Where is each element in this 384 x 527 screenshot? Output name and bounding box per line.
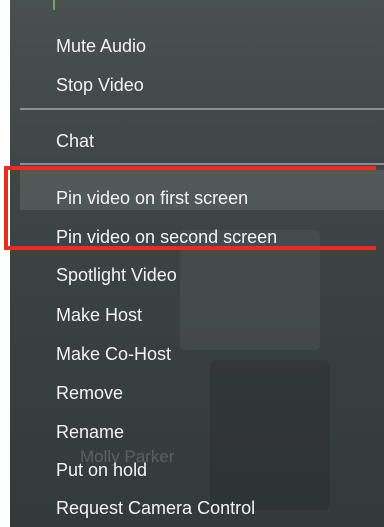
menu-item-make-host[interactable]: Make Host: [56, 305, 142, 325]
menu-item-stop-video[interactable]: Stop Video: [56, 75, 144, 95]
screenshot-frame: Molly Parker Mute Audio Stop Video Chat …: [0, 0, 384, 527]
menu-item-put-on-hold[interactable]: Put on hold: [56, 460, 147, 480]
video-background-shape: [180, 230, 320, 350]
menu-item-request-camera-control[interactable]: Request Camera Control: [56, 498, 255, 518]
menu-item-pin-first-screen[interactable]: Pin video on first screen: [56, 188, 248, 208]
menu-item-rename[interactable]: Rename: [56, 422, 124, 442]
video-edge-indicator: [53, 0, 55, 10]
menu-item-spotlight-video[interactable]: Spotlight Video: [56, 265, 177, 285]
menu-item-remove[interactable]: Remove: [56, 383, 123, 403]
menu-item-pin-second-screen[interactable]: Pin video on second screen: [56, 227, 277, 247]
menu-separator: [20, 163, 384, 165]
participant-context-menu: Molly Parker Mute Audio Stop Video Chat …: [10, 0, 384, 527]
menu-separator: [20, 108, 384, 110]
menu-item-make-co-host[interactable]: Make Co-Host: [56, 344, 171, 364]
video-background-shape: [210, 360, 330, 510]
menu-item-mute-audio[interactable]: Mute Audio: [56, 36, 146, 56]
menu-item-chat[interactable]: Chat: [56, 131, 94, 151]
